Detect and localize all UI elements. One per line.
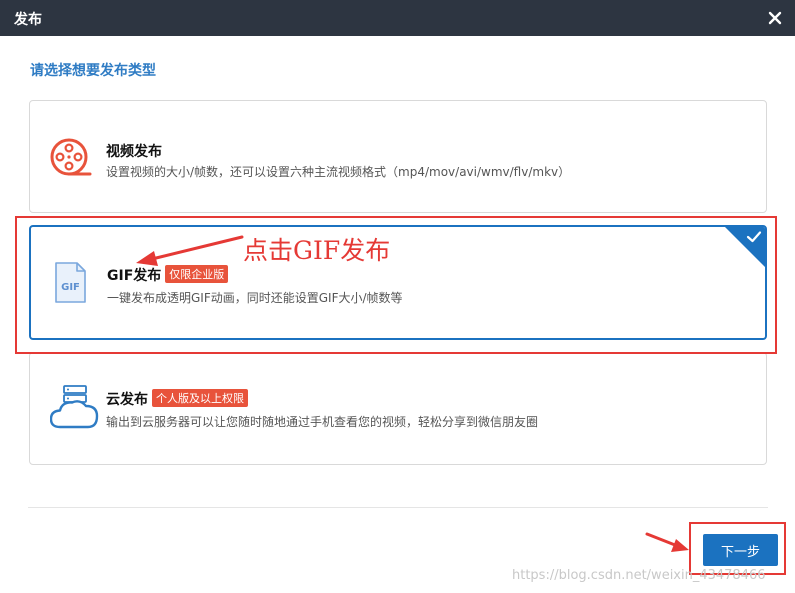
option-cloud-name: 云发布 个人版及以上权限 — [106, 389, 248, 409]
dialog-subtitle: 请选择想要发布类型 — [30, 63, 156, 79]
option-cloud-publish[interactable]: 云发布 个人版及以上权限 输出到云服务器可以让您随时随地通过手机查看您的视频，轻松… — [29, 352, 767, 465]
option-video-name: 视频发布 — [106, 144, 162, 160]
check-icon — [746, 231, 762, 243]
annotation-arrow-next — [645, 532, 689, 552]
option-gif-name: GIF发布 仅限企业版 — [107, 265, 229, 285]
option-gif-publish[interactable]: GIF GIF发布 仅限企业版 一键发布成透明GIF动画，同时还能设置GIF大小/… — [29, 225, 767, 340]
dialog-title: 发布 — [14, 12, 42, 28]
dialog-titlebar: 发布 — [0, 0, 795, 36]
footer-divider — [28, 507, 768, 508]
enterprise-only-badge: 仅限企业版 — [165, 265, 229, 283]
next-step-button[interactable]: 下一步 — [703, 534, 778, 566]
gif-file-icon-label: GIF — [61, 282, 80, 293]
option-gif-description: 一键发布成透明GIF动画，同时还能设置GIF大小/帧数等 — [107, 291, 403, 305]
personal-plus-badge: 个人版及以上权限 — [152, 389, 248, 407]
cloud-server-icon — [50, 385, 99, 429]
watermark: https://blog.csdn.net/weixin_43478466 — [512, 568, 766, 583]
option-video-publish[interactable]: 视频发布 设置视频的大小/帧数，还可以设置六种主流视频格式（mp4/mov/av… — [29, 100, 767, 213]
close-icon[interactable] — [765, 8, 785, 28]
option-video-description: 设置视频的大小/帧数，还可以设置六种主流视频格式（mp4/mov/avi/wmv… — [106, 165, 571, 179]
annotation-text: 点击GIF发布 — [243, 236, 391, 265]
option-cloud-description: 输出到云服务器可以让您随时随地通过手机查看您的视频，轻松分享到微信朋友圈 — [106, 415, 539, 429]
film-reel-icon — [50, 138, 92, 176]
gif-file-icon: GIF — [55, 262, 86, 303]
